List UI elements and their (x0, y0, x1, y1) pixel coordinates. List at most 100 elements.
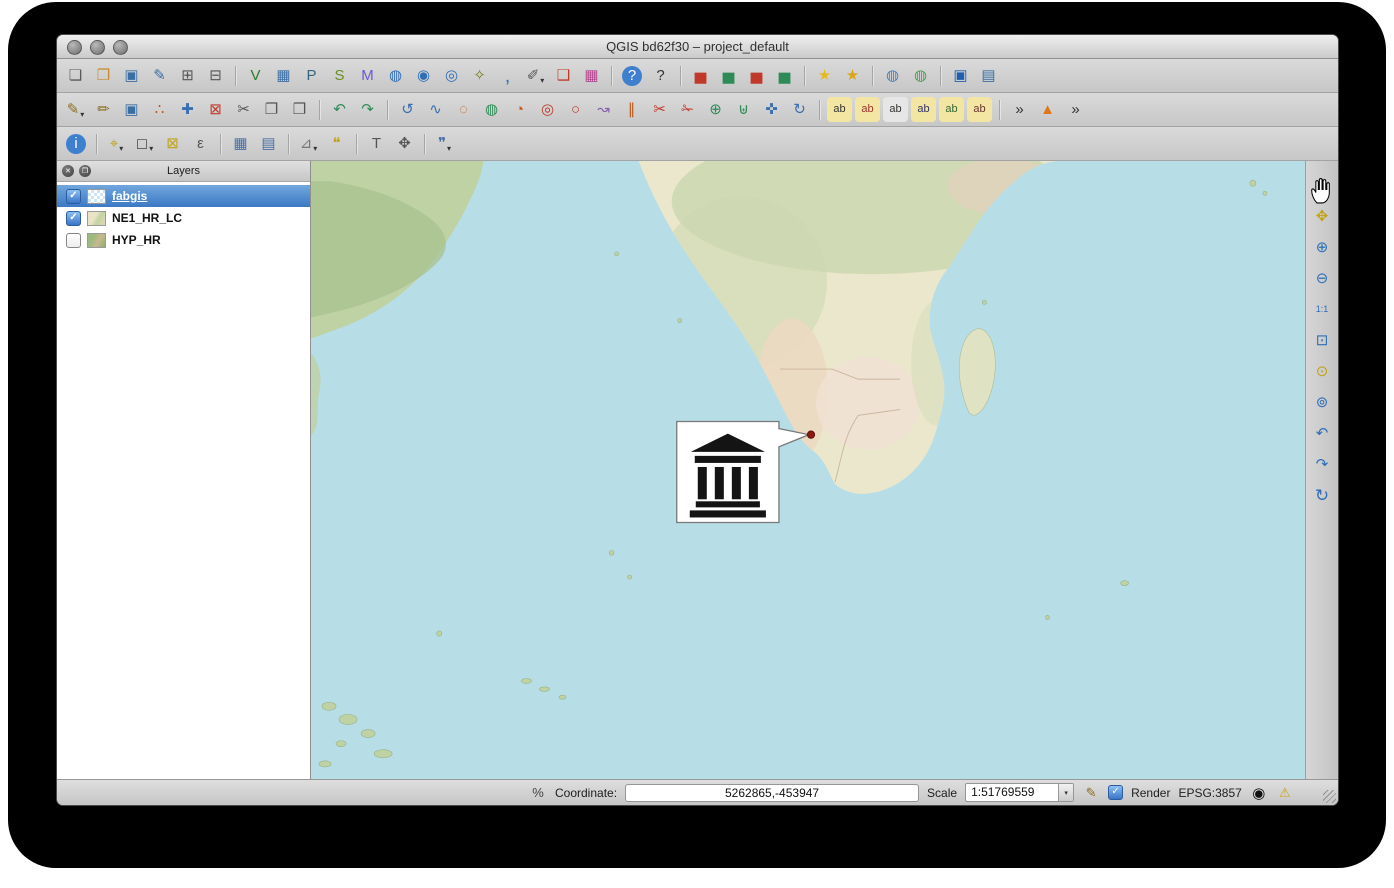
annotation-pen-dropdown[interactable]: ▾ (540, 76, 544, 88)
split-parts-icon[interactable]: ✁ (675, 97, 700, 122)
toolbar-overflow-more-icon[interactable]: » (1063, 97, 1088, 122)
layer-visibility-checkbox[interactable]: ✓ (66, 189, 81, 204)
label-show-hide-icon[interactable]: ab (883, 97, 908, 122)
float-panel-icon[interactable]: ❐ (79, 165, 91, 177)
layers-panel-header[interactable]: ✕ ❐ Layers (57, 161, 310, 182)
openlayers-plugin-icon[interactable]: ▣ (948, 63, 973, 88)
add-wms-layer-icon[interactable]: ◍ (383, 63, 408, 88)
pan-map-icon[interactable]: ✥ (1310, 173, 1334, 197)
messages-icon[interactable]: ⚠ (1276, 784, 1294, 802)
coordinate-input[interactable] (625, 784, 919, 802)
simplify-feature-icon[interactable]: ∿ (423, 97, 448, 122)
layer-visibility-checkbox[interactable] (66, 233, 81, 248)
offset-curve-icon[interactable]: ∥ (619, 97, 644, 122)
remove-layer-icon[interactable]: ❑ (551, 63, 576, 88)
toolbar-overflow-icon[interactable]: » (1007, 97, 1032, 122)
undo-icon[interactable]: ↶ (327, 97, 352, 122)
annotation-options-icon[interactable]: ❞▾ (432, 131, 457, 156)
composer-manager-icon[interactable]: ⊟ (203, 63, 228, 88)
add-postgis-layer-icon[interactable]: P (299, 63, 324, 88)
select-features-dropdown[interactable]: ▾ (119, 144, 123, 156)
zoom-full-icon[interactable]: ⊡ (1310, 328, 1334, 352)
rotate-label-icon[interactable]: ab (939, 97, 964, 122)
layer-item-HYP_HR[interactable]: HYP_HR (57, 229, 310, 251)
new-bookmark-icon[interactable]: ★ (812, 63, 837, 88)
save-edits-icon[interactable]: ▣ (119, 97, 144, 122)
local-cumulative-stretch-icon[interactable]: ▅ (744, 63, 769, 88)
refresh-map-icon[interactable]: ↻ (1310, 483, 1334, 507)
fill-ring-icon[interactable]: ◔ (507, 97, 532, 122)
move-annotation-icon[interactable]: ✥ (392, 131, 417, 156)
add-wfs-layer-icon[interactable]: ◉ (411, 63, 436, 88)
add-vector-layer-icon[interactable]: V (243, 63, 268, 88)
select-by-rectangle-icon[interactable]: ◻▾ (132, 131, 157, 156)
node-tool-icon[interactable]: ✜ (759, 97, 784, 122)
select-by-expression-icon[interactable]: ε (188, 131, 213, 156)
reshape-features-icon[interactable]: ↝ (591, 97, 616, 122)
scale-dropdown-icon[interactable]: ▾ (1058, 784, 1073, 801)
zoom-last-icon[interactable]: ↶ (1310, 421, 1334, 445)
annotation-options-dropdown[interactable]: ▾ (447, 144, 451, 156)
crs-status-icon[interactable]: ◉ (1250, 784, 1268, 802)
add-wcs-layer-icon[interactable]: ◎ (439, 63, 464, 88)
open-attribute-table-icon[interactable]: ▦ (228, 131, 253, 156)
text-annotation-icon[interactable]: T (364, 131, 389, 156)
move-feature-icon[interactable]: ✚ (175, 97, 200, 122)
identify-features-icon[interactable]: i (66, 134, 86, 154)
open-project-icon[interactable]: ❒ (91, 63, 116, 88)
redo-icon[interactable]: ↷ (355, 97, 380, 122)
labeling-options-icon[interactable]: ab (827, 97, 852, 122)
resize-grip[interactable] (1323, 790, 1336, 803)
map-canvas[interactable] (311, 161, 1305, 779)
cut-features-icon[interactable]: ✂ (231, 97, 256, 122)
zoom-button[interactable] (113, 40, 128, 55)
layer-item-NE1_HR_LC[interactable]: ✓NE1_HR_LC (57, 207, 310, 229)
osm-upload-icon[interactable]: ◍ (908, 63, 933, 88)
osm-download-icon[interactable]: ◍ (880, 63, 905, 88)
field-calculator-icon[interactable]: ▤ (256, 131, 281, 156)
processing-plugin-icon[interactable]: ▲ (1035, 97, 1060, 122)
add-part-icon[interactable]: ◍ (479, 97, 504, 122)
minimize-button[interactable] (90, 40, 105, 55)
whats-this-icon[interactable]: ? (648, 63, 673, 88)
add-oracle-georaster-layer-icon[interactable]: ▦ (579, 63, 604, 88)
add-raster-layer-icon[interactable]: ▦ (271, 63, 296, 88)
zoom-to-layer-icon[interactable]: ⊚ (1310, 390, 1334, 414)
rotate-point-symbols-icon[interactable]: ↻ (787, 97, 812, 122)
move-label-icon[interactable]: ab (911, 97, 936, 122)
current-edits-dropdown[interactable]: ▾ (80, 110, 84, 122)
point-marker[interactable] (807, 431, 814, 438)
rotate-feature-icon[interactable]: ↺ (395, 97, 420, 122)
save-project-as-icon[interactable]: ✎ (147, 63, 172, 88)
paste-features-icon[interactable]: ❒ (287, 97, 312, 122)
add-spatialite-layer-icon[interactable]: S (327, 63, 352, 88)
local-histogram-stretch-icon[interactable]: ▅ (688, 63, 713, 88)
scale-edit-icon[interactable]: ✎ (1082, 784, 1100, 802)
close-button[interactable] (67, 40, 82, 55)
split-features-icon[interactable]: ✂ (647, 97, 672, 122)
measure-dropdown[interactable]: ▾ (313, 144, 317, 156)
zoom-to-selection-icon[interactable]: ⊙ (1310, 359, 1334, 383)
db-manager-icon[interactable]: ▤ (976, 63, 1001, 88)
save-project-icon[interactable]: ▣ (119, 63, 144, 88)
current-edits-icon[interactable]: ✎▾ (63, 97, 88, 122)
new-shapefile-layer-icon[interactable]: ✧ (467, 63, 492, 88)
label-pin-icon[interactable]: ab (855, 97, 880, 122)
toggle-editing-icon[interactable]: ✏ (91, 97, 116, 122)
titlebar[interactable]: QGIS bd62f30 – project_default (57, 35, 1338, 59)
delete-ring-icon[interactable]: ◎ (535, 97, 560, 122)
full-histogram-stretch-icon[interactable]: ▅ (716, 63, 741, 88)
copy-features-icon[interactable]: ❐ (259, 97, 284, 122)
zoom-in-icon[interactable]: ⊕ (1310, 235, 1334, 259)
add-delimited-text-layer-icon[interactable]: , (495, 63, 520, 88)
delete-part-icon[interactable]: ○ (563, 97, 588, 122)
pan-to-selection-icon[interactable]: ✥ (1310, 204, 1334, 228)
zoom-native-icon[interactable]: 1:1 (1310, 297, 1334, 321)
add-feature-icon[interactable]: ∴ (147, 97, 172, 122)
layer-item-fabgis[interactable]: ✓fabgis (57, 185, 310, 207)
add-mssql-layer-icon[interactable]: M (355, 63, 380, 88)
select-features-icon[interactable]: ⌖▾ (104, 131, 129, 156)
help-contents-icon[interactable]: ? (622, 66, 642, 86)
add-ring-icon[interactable]: ◌ (451, 97, 476, 122)
render-checkbox[interactable]: ✓ (1108, 785, 1123, 800)
